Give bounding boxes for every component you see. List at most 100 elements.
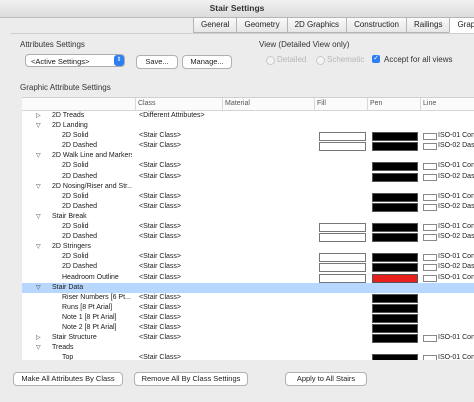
attributes-table: Class Material Fill Pen Line ▷ 2D Treads <…: [22, 97, 474, 360]
pen-swatch[interactable]: [372, 334, 418, 344]
pen-swatch[interactable]: [372, 263, 418, 273]
line-type-icon[interactable]: [423, 224, 437, 232]
pen-swatch[interactable]: [372, 223, 418, 233]
pen-swatch[interactable]: [372, 132, 418, 142]
fill-swatch[interactable]: [319, 142, 366, 152]
tab-graphic[interactable]: Graphic: [449, 17, 474, 33]
line-type-icon[interactable]: [423, 193, 437, 201]
line-type-icon[interactable]: [423, 264, 437, 272]
table-row[interactable]: ▽ 2D Walk Line and Markers: [22, 151, 474, 161]
table-row[interactable]: 2D Solid <Stair Class> ISO-01 Cont: [22, 222, 474, 233]
row-name: Note 1 [8 Pt Arial]: [62, 313, 117, 321]
line-type-icon[interactable]: [423, 355, 437, 360]
expanded-arrow-icon[interactable]: ▽: [36, 284, 41, 291]
table-row[interactable]: ▷ Stair Structure <Stair Class> ISO-01 Cont: [22, 333, 474, 344]
pen-swatch[interactable]: [372, 323, 418, 333]
apply-to-all-stairs-button[interactable]: Apply to All Stairs: [285, 372, 367, 386]
table-row[interactable]: ▽ 2D Landing: [22, 121, 474, 131]
line-type-icon[interactable]: [423, 274, 437, 282]
fill-swatch[interactable]: [319, 223, 366, 233]
line-type-icon[interactable]: [423, 203, 437, 211]
table-row[interactable]: Headroom Outline <Stair Class> ISO-01 Cont: [22, 273, 474, 283]
tab-general[interactable]: General: [193, 17, 237, 33]
table-row[interactable]: 2D Solid <Stair Class> ISO-01 Cont: [22, 131, 474, 142]
row-name: 2D Stringers: [52, 243, 91, 251]
schematic-radio[interactable]: [316, 56, 325, 65]
table-row[interactable]: 2D Solid <Stair Class> ISO-01 Cont: [22, 252, 474, 263]
line-type-icon[interactable]: [423, 163, 437, 171]
attributes-settings-select[interactable]: <Active Settings> ⇕: [25, 54, 125, 67]
view-heading: View (Detailed View only): [259, 40, 350, 49]
manage-button[interactable]: Manage...: [182, 55, 232, 69]
table-row[interactable]: Runs [8 Pt Arial] <Stair Class>: [22, 303, 474, 313]
tab-construction[interactable]: Construction: [346, 17, 406, 33]
pen-swatch[interactable]: [372, 233, 418, 243]
remove-all-by-class-button[interactable]: Remove All By Class Settings: [134, 372, 248, 386]
row-line: ISO-01 Cont: [438, 273, 474, 281]
line-type-icon[interactable]: [423, 335, 437, 343]
expanded-arrow-icon[interactable]: ▽: [36, 344, 41, 351]
table-row[interactable]: Note 1 [8 Pt Arial] <Stair Class>: [22, 313, 474, 323]
accept-all-views-checkbox[interactable]: ✓: [372, 55, 380, 63]
expanded-arrow-icon[interactable]: ▽: [36, 122, 41, 129]
collapsed-arrow-icon[interactable]: ▷: [36, 112, 41, 119]
row-class: <Stair Class>: [139, 263, 182, 271]
detailed-radio[interactable]: [266, 56, 275, 65]
line-type-icon[interactable]: [423, 254, 437, 262]
expanded-arrow-icon[interactable]: ▽: [36, 183, 41, 190]
row-class: <Stair Class>: [139, 172, 182, 180]
pen-swatch[interactable]: [372, 253, 418, 263]
pen-swatch[interactable]: [372, 202, 418, 212]
pen-swatch[interactable]: [372, 293, 418, 303]
table-row[interactable]: 2D Dashed <Stair Class> ISO-02 Dash: [22, 232, 474, 243]
pen-swatch[interactable]: [372, 303, 418, 313]
expanded-arrow-icon[interactable]: ▽: [36, 213, 41, 220]
line-type-icon[interactable]: [423, 234, 437, 242]
collapsed-arrow-icon[interactable]: ▷: [36, 334, 41, 341]
table-row[interactable]: ▽ 2D Nosing/Riser and Str...: [22, 182, 474, 192]
line-type-icon[interactable]: [423, 173, 437, 181]
detailed-label: Detailed: [277, 55, 307, 64]
tab-2d-graphics[interactable]: 2D Graphics: [286, 17, 347, 33]
table-row[interactable]: Note 2 [8 Pt Arial] <Stair Class>: [22, 323, 474, 333]
table-row[interactable]: ▽ Stair Data: [22, 282, 474, 293]
pen-swatch[interactable]: [372, 313, 418, 323]
make-all-by-class-button[interactable]: Make All Attributes By Class: [13, 372, 123, 386]
window-title: Stair Settings: [0, 0, 474, 18]
table-row[interactable]: 2D Dashed <Stair Class> ISO-02 Dash: [22, 172, 474, 182]
pen-swatch[interactable]: [372, 162, 418, 172]
expanded-arrow-icon[interactable]: ▽: [36, 243, 41, 250]
tab-railings[interactable]: Railings: [405, 17, 450, 33]
fill-swatch[interactable]: [319, 132, 366, 142]
row-name: 2D Dashed: [62, 142, 98, 150]
fill-swatch[interactable]: [319, 263, 366, 273]
table-row[interactable]: Riser Numbers [6 Pt... <Stair Class>: [22, 293, 474, 303]
table-row[interactable]: 2D Solid <Stair Class> ISO-01 Cont: [22, 161, 474, 172]
pen-swatch[interactable]: [372, 142, 418, 152]
pen-swatch[interactable]: [372, 354, 418, 360]
fill-swatch[interactable]: [319, 253, 366, 263]
table-row[interactable]: 2D Dashed <Stair Class> ISO-02 Dash: [22, 202, 474, 212]
pen-swatch[interactable]: [372, 192, 418, 202]
expanded-arrow-icon[interactable]: ▽: [36, 152, 41, 159]
pen-swatch[interactable]: [372, 273, 418, 283]
table-row[interactable]: ▽ Treads: [22, 343, 474, 353]
row-class: <Stair Class>: [139, 253, 182, 261]
table-row[interactable]: ▽ 2D Stringers: [22, 242, 474, 252]
table-row[interactable]: ▷ 2D Treads <Different Attributes>: [22, 111, 474, 121]
tab-geometry[interactable]: Geometry: [236, 17, 287, 33]
table-row[interactable]: Top <Stair Class> ISO-01 Cont: [22, 353, 474, 360]
row-line: ISO-01 Cont: [438, 132, 474, 140]
line-type-icon[interactable]: [423, 133, 437, 141]
table-row[interactable]: ▽ Stair Break: [22, 212, 474, 222]
row-name: Runs [8 Pt Arial]: [62, 303, 113, 311]
table-row[interactable]: 2D Dashed <Stair Class> ISO-02 Dash: [22, 141, 474, 152]
accept-all-views-label: Accept for all views: [384, 55, 453, 64]
pen-swatch[interactable]: [372, 172, 418, 182]
table-row[interactable]: 2D Solid <Stair Class> ISO-01 Cont: [22, 192, 474, 202]
fill-swatch[interactable]: [319, 233, 366, 243]
line-type-icon[interactable]: [423, 143, 437, 151]
table-row[interactable]: 2D Dashed <Stair Class> ISO-02 Dash: [22, 262, 474, 273]
save-button[interactable]: Save...: [136, 55, 178, 69]
fill-swatch[interactable]: [319, 273, 366, 283]
